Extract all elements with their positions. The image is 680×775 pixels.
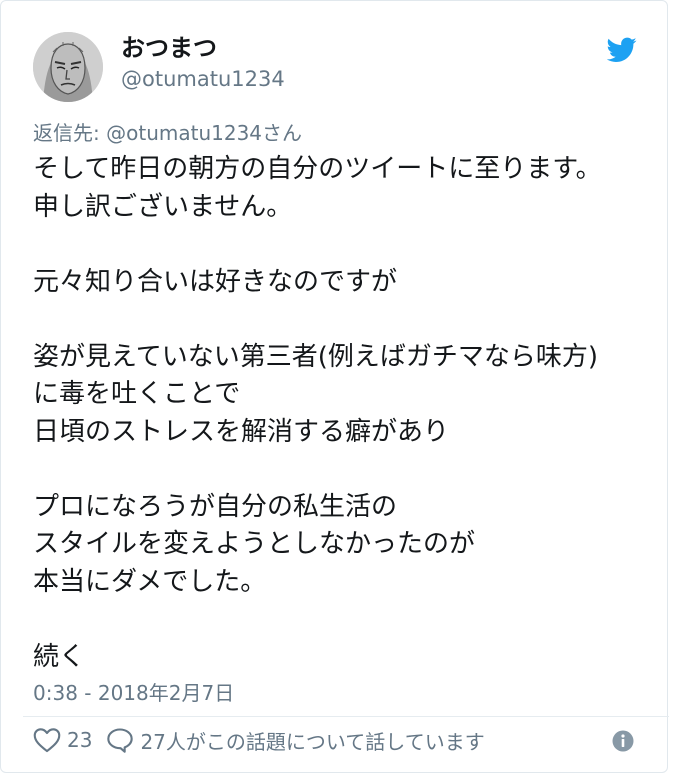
tweet-line: 元々知り合いは好きなのですが: [33, 266, 398, 297]
info-icon[interactable]: [611, 729, 635, 758]
reply-to-prefix: 返信先:: [33, 121, 107, 145]
action-bar: 23 27人がこの話題について話しています: [33, 723, 643, 757]
tweet-line: 本当にダメでした。: [33, 566, 267, 597]
tweet-line: [33, 301, 653, 339]
tweet-line: 姿が見えていない第三者(例えばガチマなら味方): [33, 341, 598, 372]
conversation-label: 27人がこの話題について話しています: [140, 729, 485, 754]
tweet-line: 申し訳ございません。: [33, 191, 293, 222]
reply-to-handle-link[interactable]: @otumatu1234さん: [106, 121, 302, 145]
avatar[interactable]: [33, 32, 103, 102]
tweet-text: そして昨日の朝方の自分のツイートに至ります。 申し訳ございません。 元々知り合い…: [33, 151, 653, 676]
tweet-line: プロになろうが自分の私生活の: [33, 491, 398, 522]
tweet-card: おつまつ @otumatu1234 返信先: @otumatu1234さん そし…: [0, 0, 669, 773]
twitter-bird-icon[interactable]: [606, 37, 637, 63]
speech-bubble-icon: [106, 727, 134, 753]
divider: [23, 716, 669, 717]
tweet-line: [33, 601, 653, 639]
like-count: 23: [67, 728, 93, 752]
conversation-link[interactable]: 27人がこの話題について話しています: [106, 726, 485, 755]
reply-to-line: 返信先: @otumatu1234さん: [33, 119, 302, 147]
tweet-line: 続く: [33, 641, 86, 672]
tweet-line: スタイルを変えようとしなかったのが: [33, 529, 476, 559]
heart-icon: [33, 727, 61, 753]
like-button[interactable]: 23: [33, 727, 106, 753]
tweet-line: 日頃のストレスを解消する癖があり: [33, 416, 450, 447]
tweet-line: そして昨日の朝方の自分のツイートに至ります。: [33, 154, 602, 184]
tweet-timestamp[interactable]: 0:38 - 2018年2月7日: [33, 679, 234, 707]
display-name[interactable]: おつまつ: [121, 33, 217, 63]
tweet-line: [33, 451, 653, 489]
user-handle[interactable]: @otumatu1234: [121, 65, 285, 93]
tweet-line: に毒を吐くことで: [33, 379, 241, 409]
tweet-line: [33, 226, 653, 264]
